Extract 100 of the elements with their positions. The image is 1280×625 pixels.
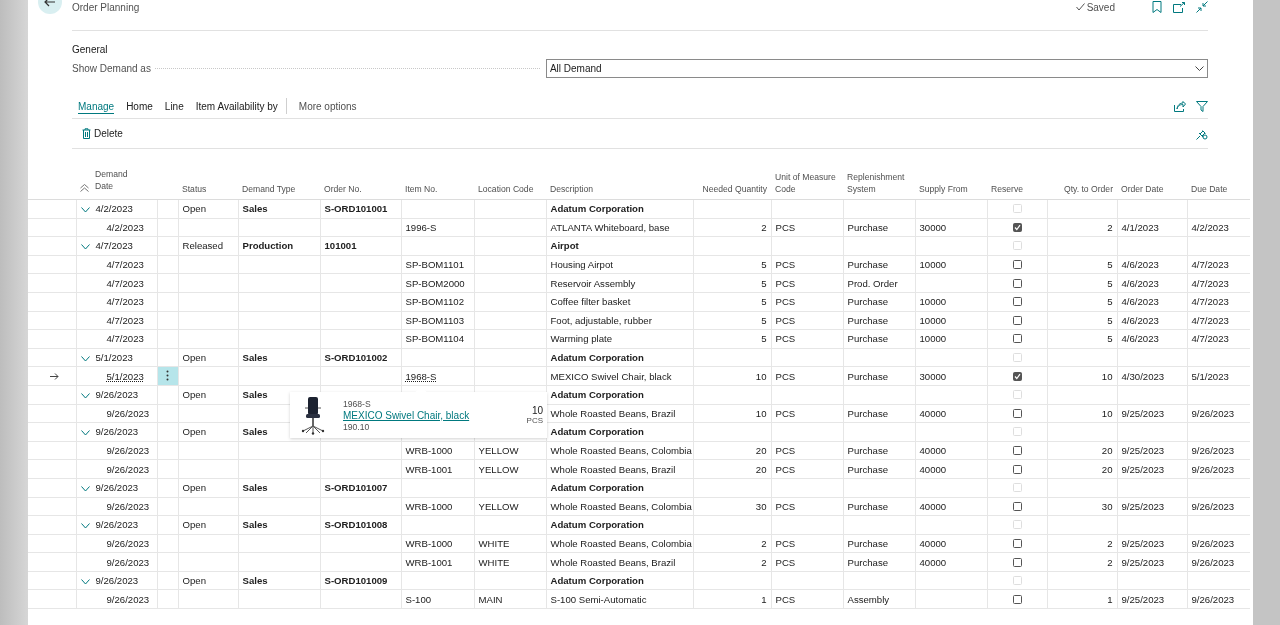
more-options-button[interactable]: More options bbox=[298, 98, 357, 114]
tab[interactable]: Item Availability by bbox=[195, 98, 278, 114]
order-date-cell: 9/25/2023 bbox=[1121, 463, 1165, 475]
column-header[interactable]: Order No. bbox=[324, 184, 362, 194]
order-date-cell: 9/25/2023 bbox=[1121, 538, 1165, 549]
replenishment-system-cell: Purchase bbox=[847, 333, 889, 345]
description-cell: Housing Airpot bbox=[550, 259, 613, 271]
location-code-cell: YELLOW bbox=[478, 500, 519, 512]
section-heading: General bbox=[72, 44, 109, 57]
chevron-down-icon[interactable] bbox=[80, 355, 90, 362]
checkbox[interactable] bbox=[1012, 557, 1022, 567]
checkbox[interactable] bbox=[1012, 371, 1022, 381]
chevron-down-icon[interactable] bbox=[80, 429, 90, 436]
unit-of-measure-code-cell: PCS bbox=[775, 556, 796, 568]
filter-button[interactable] bbox=[1196, 100, 1208, 112]
column-header[interactable]: Location Code bbox=[478, 184, 534, 194]
status-cell: Released bbox=[182, 240, 224, 252]
column-header[interactable]: Qty. to Order bbox=[1063, 184, 1113, 194]
demand-type-cell: Sales bbox=[242, 426, 268, 438]
item-no-cell: SP-BOM1102 bbox=[405, 296, 464, 308]
quantity: 10 bbox=[531, 405, 543, 416]
replenishment-system-cell: Purchase bbox=[847, 296, 889, 308]
qty-to-order-cell: 5 bbox=[1107, 333, 1113, 345]
column-header[interactable]: Order Date bbox=[1121, 184, 1164, 194]
item-no-cell: 1968-S bbox=[405, 370, 437, 382]
column-header[interactable]: Reserve bbox=[991, 184, 1023, 194]
needed-quantity-cell: 10 bbox=[755, 370, 767, 382]
open-in-new-window-button[interactable] bbox=[1173, 1, 1185, 13]
qty-to-order-cell: 5 bbox=[1107, 296, 1113, 308]
date-cell: 5/1/2023 bbox=[106, 370, 144, 382]
order-no-cell: 101001 bbox=[324, 240, 357, 252]
item-no-cell: SP-BOM1104 bbox=[405, 333, 464, 345]
supply-from-cell: 10000 bbox=[919, 296, 947, 308]
column-header[interactable]: Due Date bbox=[1191, 184, 1228, 194]
unit-of-measure-code-cell: PCS bbox=[775, 314, 796, 326]
column-header[interactable]: Demand Date bbox=[95, 168, 133, 192]
collapse-button[interactable] bbox=[1196, 1, 1208, 13]
qty-to-order-cell: 5 bbox=[1107, 277, 1113, 289]
column-header[interactable]: Supply From bbox=[919, 184, 968, 194]
unit-of-measure-code-cell: PCS bbox=[775, 538, 796, 549]
replenishment-system-cell: Purchase bbox=[847, 445, 889, 456]
column-header[interactable]: Needed Quantity bbox=[702, 184, 767, 194]
order-date-cell: 4/6/2023 bbox=[1121, 259, 1159, 271]
needed-quantity-cell: 5 bbox=[761, 277, 767, 289]
date-cell: 4/2/2023 bbox=[106, 221, 144, 233]
share-button[interactable] bbox=[1174, 100, 1186, 112]
chevron-down-icon[interactable] bbox=[80, 392, 90, 399]
bookmark-button[interactable] bbox=[1152, 1, 1162, 13]
item-link[interactable]: MEXICO Swivel Chair, black bbox=[343, 409, 527, 421]
supply-from-cell: 10000 bbox=[919, 333, 947, 345]
supply-from-cell: 10000 bbox=[919, 314, 947, 326]
qty-to-order-cell: 10 bbox=[1101, 370, 1113, 382]
date-cell: 5/1/2023 bbox=[95, 352, 133, 364]
chevron-down-icon[interactable] bbox=[80, 243, 90, 250]
column-header[interactable]: Item No. bbox=[405, 184, 438, 194]
checkbox[interactable] bbox=[1012, 297, 1022, 307]
replenishment-system-cell: Prod. Order bbox=[847, 277, 898, 289]
checkbox[interactable] bbox=[1012, 446, 1022, 455]
date-cell: 9/26/2023 bbox=[106, 556, 150, 568]
delete-button[interactable]: Delete bbox=[80, 128, 125, 139]
column-header[interactable]: Replenishment System bbox=[847, 171, 909, 195]
checkbox[interactable] bbox=[1012, 594, 1022, 604]
location-code-cell: WHITE bbox=[478, 556, 510, 568]
checkbox[interactable] bbox=[1012, 278, 1022, 288]
replenishment-system-cell: Purchase bbox=[847, 500, 889, 512]
dropdown-field[interactable]: All Demand bbox=[545, 58, 1208, 78]
location-code-cell: WHITE bbox=[478, 538, 510, 549]
order-date-cell: 4/6/2023 bbox=[1121, 277, 1159, 289]
checkbox[interactable] bbox=[1012, 222, 1022, 232]
item-no-cell: WRB-1000 bbox=[405, 538, 453, 549]
location-code-cell: YELLOW bbox=[478, 445, 519, 456]
collapse-all-icon[interactable] bbox=[80, 184, 89, 192]
order-no-cell: S-ORD101001 bbox=[324, 203, 388, 215]
page-title: Order Planning bbox=[72, 1, 140, 13]
unit-of-measure: PCS bbox=[526, 416, 543, 425]
description-cell: MEXICO Swivel Chair, black bbox=[550, 370, 672, 382]
chevron-down-icon[interactable] bbox=[80, 485, 90, 492]
needed-quantity-cell: 30 bbox=[755, 500, 767, 512]
personalize-button[interactable] bbox=[1196, 127, 1208, 140]
checkbox[interactable] bbox=[1012, 501, 1022, 511]
column-header[interactable]: Unit of Measure Code bbox=[775, 171, 839, 195]
tab[interactable]: Line bbox=[164, 98, 184, 114]
tab[interactable]: Home bbox=[126, 98, 153, 114]
tab[interactable]: Manage bbox=[78, 98, 115, 114]
checkbox[interactable] bbox=[1012, 315, 1022, 325]
item-no-cell: SP-BOM2000 bbox=[405, 277, 465, 289]
checkbox[interactable] bbox=[1012, 539, 1022, 548]
date-cell: 9/26/2023 bbox=[106, 500, 150, 512]
chevron-down-icon[interactable] bbox=[80, 578, 90, 585]
chevron-down-icon[interactable] bbox=[80, 206, 90, 213]
checkbox[interactable] bbox=[1012, 408, 1022, 418]
column-header[interactable]: Demand Type bbox=[242, 184, 296, 194]
column-header[interactable]: Status bbox=[182, 184, 207, 194]
date-cell: 9/26/2023 bbox=[95, 389, 139, 401]
checkbox[interactable] bbox=[1012, 334, 1022, 344]
checkbox[interactable] bbox=[1012, 464, 1022, 474]
checkbox[interactable] bbox=[1012, 260, 1022, 270]
replenishment-system-cell: Purchase bbox=[847, 370, 889, 382]
chevron-down-icon[interactable] bbox=[80, 522, 90, 529]
column-header[interactable]: Description bbox=[550, 184, 593, 194]
